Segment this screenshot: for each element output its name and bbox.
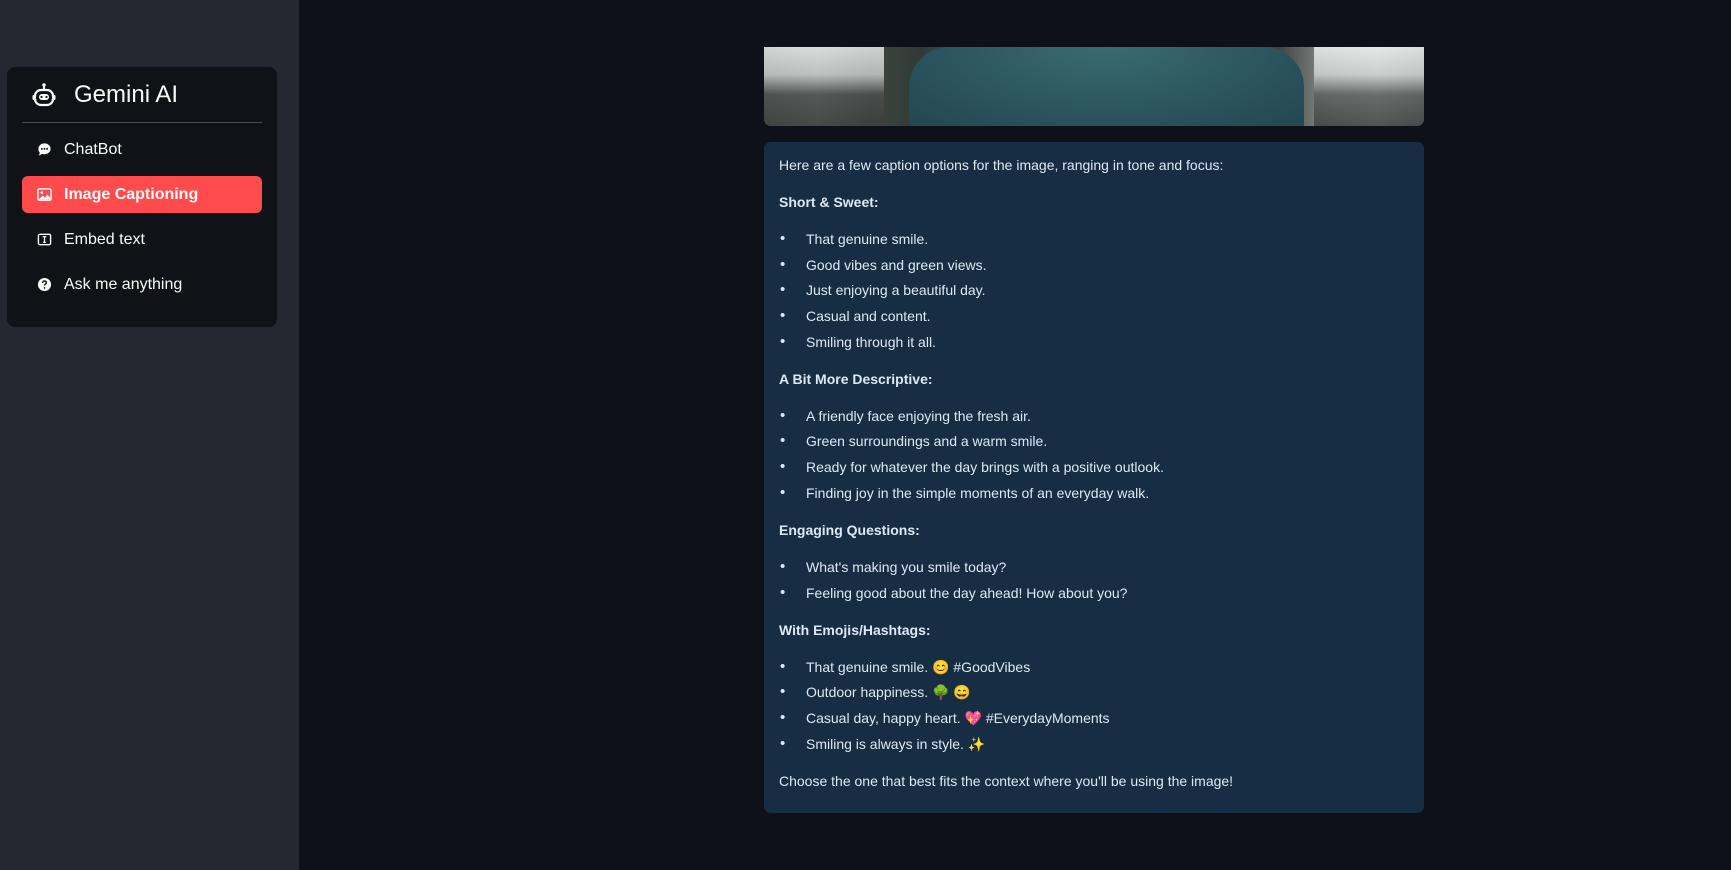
section-heading: Short & Sweet: [779, 194, 879, 210]
textarea-icon [36, 232, 52, 248]
caption-list: What's making you smile today? Feeling g… [779, 558, 1409, 602]
section-heading: Engaging Questions: [779, 521, 920, 538]
list-item: That genuine smile. [779, 230, 1409, 248]
navigation-menu: Gemini AI ChatBot Image Captioning Embed… [7, 67, 277, 327]
list-item: Casual and content. [779, 307, 1409, 325]
list-item: Smiling through it all. [779, 333, 1409, 351]
list-item: What's making you smile today? [779, 558, 1409, 576]
menu-item-ask-me-anything[interactable]: Ask me anything [22, 266, 262, 303]
list-item: Good vibes and green views. [779, 256, 1409, 274]
list-item: Green surroundings and a warm smile. [779, 432, 1409, 450]
menu-item-label: ChatBot [64, 140, 122, 158]
response-outro: Choose the one that best fits the contex… [779, 772, 1234, 789]
section-heading: A Bit More Descriptive: [779, 370, 933, 387]
app-title: Gemini AI [74, 80, 179, 108]
menu-item-label: Image Captioning [64, 185, 199, 203]
list-item: Smiling is always in style. ✨ [779, 735, 1409, 753]
section-heading: With Emojis/Hashtags: [779, 621, 931, 638]
menu-item-label: Embed text [64, 230, 145, 248]
list-item: Ready for whatever the day brings with a… [779, 458, 1409, 476]
question-circle-icon [36, 277, 52, 293]
caption-list: That genuine smile. 😊 #GoodVibes Outdoor… [779, 658, 1409, 753]
list-item: That genuine smile. 😊 #GoodVibes [779, 658, 1409, 676]
menu-item-image-captioning[interactable]: Image Captioning [22, 176, 262, 213]
sidebar: Gemini AI ChatBot Image Captioning Embed… [0, 0, 299, 870]
list-item: Finding joy in the simple moments of an … [779, 484, 1409, 502]
list-item: A friendly face enjoying the fresh air. [779, 407, 1409, 425]
menu-item-label: Ask me anything [64, 275, 183, 293]
response-intro: Here are a few caption options for the i… [779, 157, 1224, 173]
image-icon [36, 187, 52, 203]
caption-response: Here are a few caption options for the i… [764, 142, 1424, 813]
uploaded-image [764, 47, 1424, 126]
list-item: Outdoor happiness. 🌳 😄 [779, 683, 1409, 701]
menu-item-chatbot[interactable]: ChatBot [22, 131, 262, 168]
chat-bubble-icon [36, 142, 52, 158]
menu-header: Gemini AI [22, 67, 262, 123]
robot-icon [30, 81, 58, 109]
list-item: Feeling good about the day ahead! How ab… [779, 584, 1409, 602]
list-item: Just enjoying a beautiful day. [779, 281, 1409, 299]
list-item: Casual day, happy heart. 💖 #EverydayMome… [779, 709, 1409, 727]
menu-item-embed-text[interactable]: Embed text [22, 221, 262, 258]
caption-list: A friendly face enjoying the fresh air. … [779, 407, 1409, 502]
caption-list: That genuine smile. Good vibes and green… [779, 230, 1409, 351]
